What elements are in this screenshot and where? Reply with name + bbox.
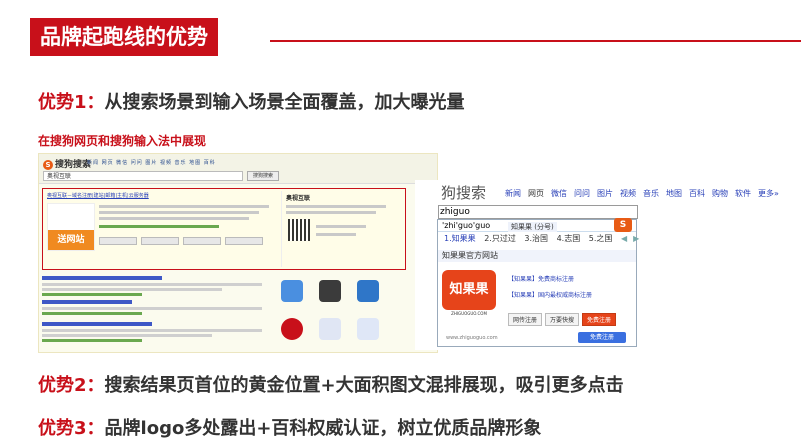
slide-title: 品牌起跑线的优势 [30,18,218,56]
advantage-1-label: 优势1： [38,92,105,113]
free-register-button[interactable]: 免费注册 [578,332,626,343]
ime-pinyin-chip[interactable]: 知果果 (分号) [508,222,557,232]
prev-page-icon[interactable]: ◀ [621,234,627,243]
ime-candidate[interactable]: 4.志国 [557,234,581,243]
ime-composition-bar: 'zhi'guo'guo 知果果 (分号) [438,220,636,232]
advantage-1-text: 从搜索场景到输入场景全面覆盖，加大曝光量 [104,92,465,113]
tab-music[interactable]: 音乐 [643,189,659,198]
sogou-ime-icon[interactable]: S [614,218,632,232]
brand-logo-text: 知果果 [442,270,496,310]
dropdown-heading[interactable]: 知果果官方网站 [438,250,636,262]
organic-result[interactable] [42,300,272,320]
tab-shopping[interactable]: 购物 [712,189,728,198]
ad-url-line [99,225,219,228]
ime-candidate[interactable]: 3.治国 [524,234,548,243]
ime-screenshot: 狗搜索 新闻 网页 微信 问问 图片 视频 音乐 地图 百科 购物 软件 更多» zhiguo 'zh… [415,180,801,350]
ime-candidate[interactable]: 5.之国 [589,234,613,243]
result-search-input[interactable]: 奥视互联 [43,171,243,181]
advantage-1: 优势1：从搜索场景到输入场景全面覆盖，加大曝光量 [38,88,465,114]
dropdown-url: www.zhiguoguo.com [446,335,498,341]
ad-side-title: 奥视互联 [286,195,311,202]
brand-badge: 送网站 [48,230,94,250]
search-result-screenshot: S 搜狗搜索 新闻 网页 微信 问问 图片 视频 音乐 地图 百科 奥视互联 搜狗… [38,153,438,353]
ime-candidates: 1.知果果 2.只过过 3.治国 4.志国 5.之国 ◀ ▶ [438,233,639,246]
sogou-s-icon: S [43,160,53,170]
cloud-icon[interactable] [281,280,303,302]
ime-dropdown: 'zhi'guo'guo 知果果 (分号) 1.知果果 2.只过过 3.治国 4… [437,219,639,347]
tab-video[interactable]: 视频 [620,189,636,198]
ime-composition: 'zhi'guo'guo [442,221,491,230]
ime-candidate[interactable]: 2.只过过 [484,234,516,243]
search-tabs: 新闻 网页 微信 问问 图片 视频 音乐 地图 百科 购物 软件 更多» [505,188,786,199]
cloud-icon[interactable] [357,280,379,302]
ime-candidate[interactable]: 1.知果果 [444,234,476,243]
result-header: S 搜狗搜索 新闻 网页 微信 问问 图片 视频 音乐 地图 百科 奥视互联 搜狗… [39,154,437,184]
tab-news[interactable]: 新闻 [505,189,521,198]
ad-side-panel: 奥视互联 [281,191,401,267]
dropdown-link[interactable]: 【知果果】免费商标注册 [508,272,592,288]
dropdown-button[interactable]: 网传注册 [508,313,543,326]
sogou-brand: 狗搜索 [441,184,487,202]
screenshot-caption: 在搜狗网页和搜狗输入法中展现 [38,134,207,148]
organic-result[interactable] [42,322,272,342]
qr-code-icon [288,219,310,241]
ad-sublinks[interactable] [99,237,267,247]
result-search-button[interactable]: 搜狗搜索 [247,171,279,181]
brand-logo[interactable]: 知果果 ZHIGUOGUO.COM [442,270,496,318]
brand-logo[interactable]: 送网站 [47,203,95,251]
advantage-2-label: 优势2： [38,375,105,396]
result-tabs[interactable]: 新闻 网页 微信 问问 图片 视频 音乐 地图 百科 [87,159,216,166]
tab-software[interactable]: 软件 [735,189,751,198]
brand-logo-domain: ZHIGUOGUO.COM [451,311,487,316]
organic-result[interactable] [42,276,272,296]
next-page-icon[interactable]: ▶ [633,234,639,243]
ad-desc-line [99,205,269,208]
dropdown-button[interactable]: 万要快搜 [545,313,580,326]
tab-map[interactable]: 地图 [666,189,682,198]
ad-desc-line [99,211,259,214]
brand-icon[interactable] [357,318,379,340]
advantage-2-text: 搜索结果页首位的黄金位置+大面积图文混排展现，吸引更多点击 [104,375,624,396]
advantage-3-label: 优势3： [38,418,105,439]
advantage-2: 优势2：搜索结果页首位的黄金位置+大面积图文混排展现，吸引更多点击 [38,371,624,397]
advantage-3: 优势3：品牌logo多处露出+百科权威认证，树立优质品牌形象 [38,414,541,440]
ad-desc-line [99,217,249,220]
side-recommendations [279,274,429,352]
slide: 品牌起跑线的优势 优势1：从搜索场景到输入场景全面覆盖，加大曝光量 在搜狗网页和… [0,0,801,448]
dropdown-button[interactable]: 免费注册 [582,313,617,326]
tab-baike[interactable]: 百科 [689,189,705,198]
brand-ad-block[interactable]: 奥视互联－域名注册|建站|邮箱|主机|云服务器 送网站 奥视互联 [42,188,406,270]
title-divider [270,40,801,42]
tab-wenwen[interactable]: 问问 [574,189,590,198]
tab-wechat[interactable]: 微信 [551,189,567,198]
tab-web[interactable]: 网页 [528,189,544,198]
brand-icon[interactable] [281,318,303,340]
server-icon[interactable] [319,280,341,302]
advantage-3-text: 品牌logo多处露出+百科权威认证，树立优质品牌形象 [104,418,542,439]
dropdown-link[interactable]: 【知果果】国内最权威商标注册 [508,288,592,304]
dropdown-links: 【知果果】免费商标注册 【知果果】国内最权威商标注册 [508,272,592,304]
sogou-logo: S 搜狗搜索 [43,157,91,170]
brand-icon[interactable] [319,318,341,340]
tab-more[interactable]: 更多» [758,189,779,198]
dropdown-buttons: 网传注册 万要快搜 免费注册 [508,313,619,326]
search-input[interactable]: zhiguo [438,205,638,219]
ad-title-link[interactable]: 奥视互联－域名注册|建站|邮箱|主机|云服务器 [47,192,149,199]
tab-images[interactable]: 图片 [597,189,613,198]
